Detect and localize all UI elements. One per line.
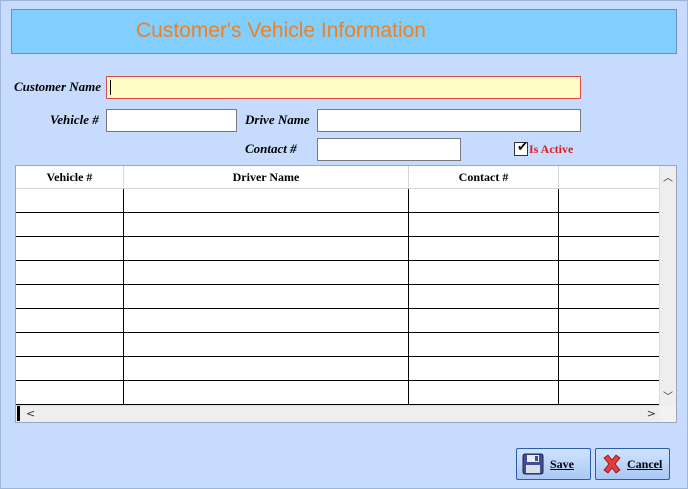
table-row[interactable] (16, 212, 660, 237)
cell[interactable] (408, 332, 559, 357)
checkbox-box[interactable]: ✔ (514, 140, 528, 156)
cell[interactable] (16, 284, 124, 309)
table-row[interactable] (16, 284, 660, 309)
cell[interactable] (408, 260, 559, 285)
cell[interactable] (408, 236, 559, 261)
is-active-label: Is Active (529, 142, 574, 156)
column-header-driver-name[interactable]: Driver Name (123, 166, 409, 189)
vehicle-grid[interactable]: Vehicle # Driver Name Contact # ︿ ﹀ < > (15, 165, 677, 423)
table-row[interactable] (16, 308, 660, 333)
scroll-down-icon[interactable]: ﹀ (663, 388, 673, 403)
cell[interactable] (123, 188, 409, 213)
column-header-extra[interactable] (558, 166, 660, 189)
header-banner: Customer's Vehicle Information (11, 9, 677, 54)
cell[interactable] (408, 212, 559, 237)
cell[interactable] (558, 284, 660, 309)
cell[interactable] (16, 260, 124, 285)
vehicle-label: Vehicle # (50, 112, 99, 127)
cell[interactable] (558, 188, 660, 213)
table-row[interactable] (16, 356, 660, 381)
horizontal-scrollbar[interactable]: < > (16, 405, 660, 422)
table-row[interactable] (16, 260, 660, 285)
floppy-disk-icon (522, 453, 544, 475)
cell[interactable] (408, 380, 559, 405)
drive-name-label: Drive Name (245, 112, 310, 127)
cell[interactable] (123, 380, 409, 405)
cell[interactable] (123, 308, 409, 333)
cell[interactable] (123, 284, 409, 309)
cell[interactable] (408, 284, 559, 309)
cell[interactable] (408, 308, 559, 333)
text-caret (110, 80, 111, 95)
table-row[interactable] (16, 380, 660, 405)
cell[interactable] (16, 308, 124, 333)
cell[interactable] (123, 332, 409, 357)
contact-label: Contact # (245, 141, 297, 156)
vertical-scrollbar[interactable]: ︿ ﹀ (659, 166, 676, 406)
cell[interactable] (558, 236, 660, 261)
page-title: Customer's Vehicle Information (136, 19, 426, 42)
cell[interactable] (558, 356, 660, 381)
cell[interactable] (16, 380, 124, 405)
cancel-button[interactable]: Cancel (595, 448, 670, 480)
save-label: Save (550, 457, 574, 471)
table-row[interactable] (16, 236, 660, 261)
cell[interactable] (123, 212, 409, 237)
vehicle-input[interactable] (106, 109, 237, 132)
cell[interactable] (408, 188, 559, 213)
contact-input[interactable] (317, 138, 461, 161)
scroll-left-icon[interactable]: < (26, 407, 35, 420)
cell[interactable] (123, 356, 409, 381)
cell[interactable] (16, 212, 124, 237)
cell[interactable] (123, 236, 409, 261)
check-mark-icon: ✔ (517, 140, 528, 155)
cell[interactable] (123, 260, 409, 285)
cell[interactable] (16, 188, 124, 213)
cell[interactable] (558, 260, 660, 285)
cell[interactable] (558, 308, 660, 333)
customer-name-label: Customer Name (14, 79, 102, 94)
grid-header-row: Vehicle # Driver Name Contact # (16, 166, 660, 189)
cell[interactable] (558, 212, 660, 237)
cancel-label: Cancel (627, 457, 663, 471)
customer-name-input[interactable] (106, 76, 581, 99)
cell[interactable] (16, 332, 124, 357)
red-x-icon (603, 454, 621, 474)
cell[interactable] (408, 356, 559, 381)
cell[interactable] (558, 380, 660, 405)
cell[interactable] (16, 236, 124, 261)
save-button[interactable]: Save (516, 448, 591, 480)
table-row[interactable] (16, 332, 660, 357)
scroll-up-icon[interactable]: ︿ (663, 169, 673, 184)
grid-table: Vehicle # Driver Name Contact # (16, 166, 660, 405)
cell[interactable] (558, 332, 660, 357)
scroll-right-icon[interactable]: > (647, 407, 656, 420)
cell[interactable] (16, 356, 124, 381)
column-header-contact[interactable]: Contact # (408, 166, 559, 189)
column-header-vehicle[interactable]: Vehicle # (16, 166, 124, 189)
table-row[interactable] (16, 188, 660, 213)
drive-name-input[interactable] (317, 109, 581, 132)
row-indicator (17, 406, 20, 421)
